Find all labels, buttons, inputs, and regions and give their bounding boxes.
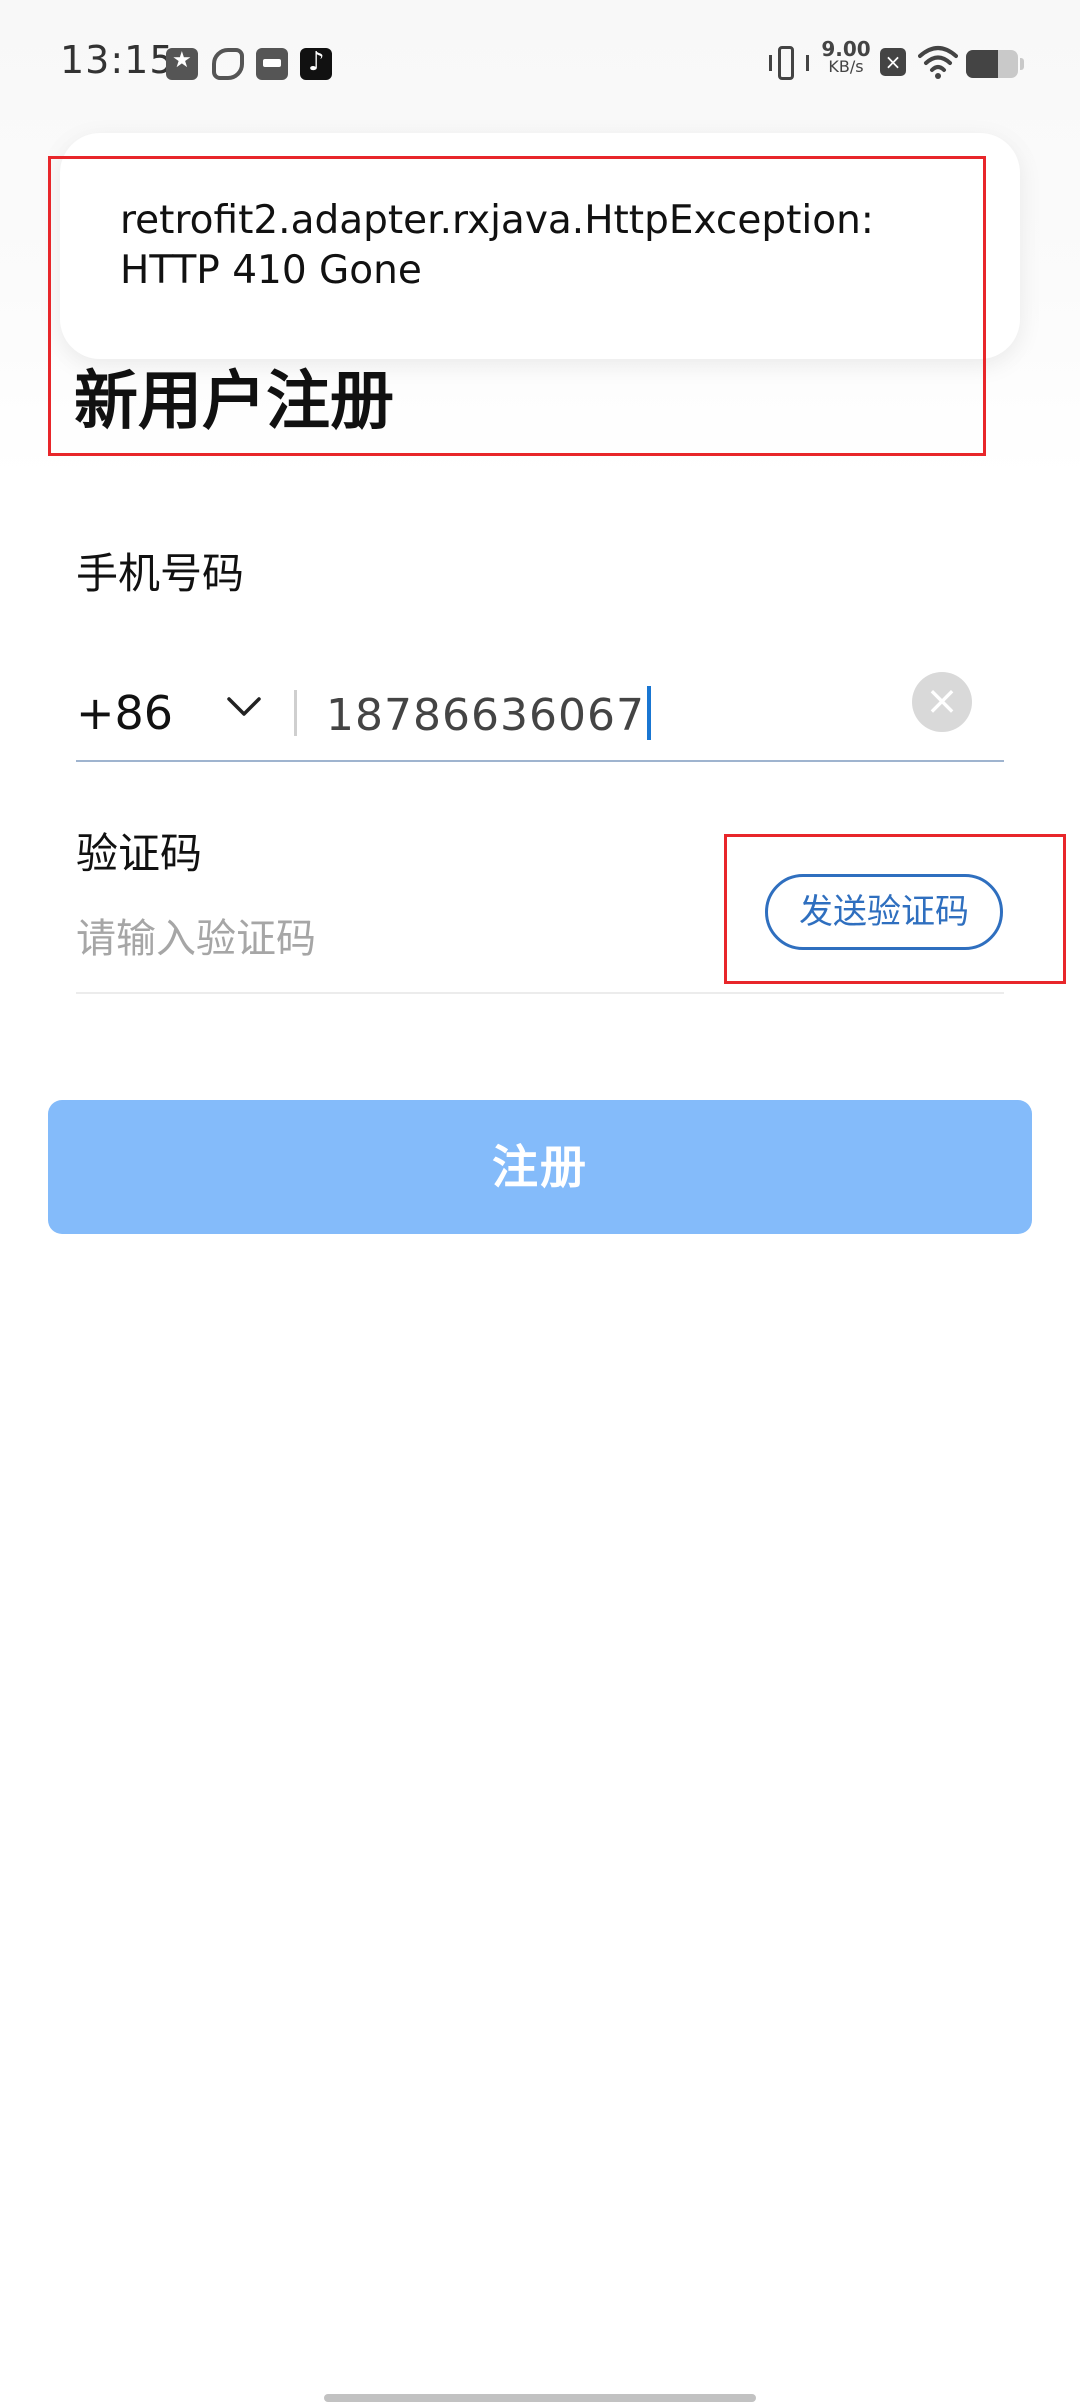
battery-icon — [966, 50, 1018, 78]
verification-underline — [76, 992, 1004, 994]
home-indicator[interactable] — [324, 2394, 756, 2402]
phone-number-value: 18786636067 — [326, 690, 645, 741]
page-title: 新用户注册 — [74, 365, 394, 439]
battery-tip — [1020, 58, 1024, 70]
phone-number-input[interactable]: 18786636067 — [326, 686, 651, 741]
phone-underline — [76, 760, 1004, 762]
text-cursor — [646, 686, 651, 740]
star-notification-icon — [166, 48, 198, 80]
clear-phone-button[interactable]: × — [912, 672, 972, 732]
wifi-icon — [918, 46, 958, 79]
divider — [294, 690, 297, 736]
chevron-down-icon[interactable] — [226, 688, 262, 724]
verification-code-label: 验证码 — [76, 829, 203, 878]
status-bar: 13:15 9.00 KB/s × — [0, 0, 1080, 130]
box-icon — [256, 48, 288, 80]
tiktok-icon — [300, 47, 332, 80]
toast-message: retrofit2.adapter.rxjava.HttpException: … — [120, 198, 874, 293]
register-button[interactable]: 注册 — [48, 1100, 1032, 1234]
network-speed: 9.00 KB/s — [818, 37, 874, 76]
phone-label: 手机号码 — [76, 549, 245, 598]
battery-level-fill — [966, 50, 999, 78]
leaf-icon — [212, 48, 244, 80]
send-code-button[interactable]: 发送验证码 — [765, 874, 1003, 950]
country-code-selector[interactable]: +86 — [76, 686, 173, 740]
network-speed-value: 9.00 — [821, 37, 871, 61]
x-icon: × — [880, 48, 906, 76]
status-time: 13:15 — [60, 38, 175, 82]
verification-code-input[interactable] — [76, 916, 676, 962]
vibrate-icon — [769, 46, 809, 80]
